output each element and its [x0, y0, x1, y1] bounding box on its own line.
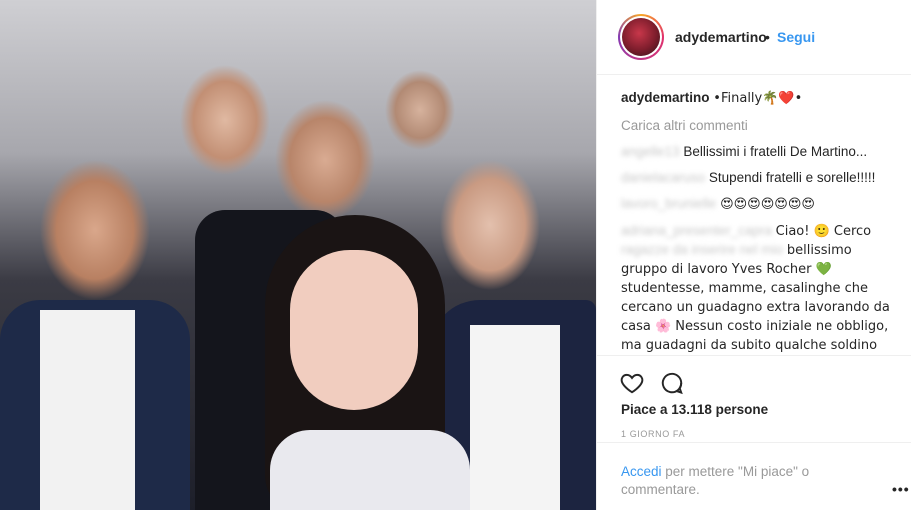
header-username[interactable]: adydemartino — [675, 29, 767, 45]
comment-text: bellissimo gruppo di lavoro Yves Rocher … — [621, 243, 890, 353]
comment-text: Bellissimi i fratelli De Martino... — [683, 144, 868, 159]
comment-item: lavoro_brunielle 😍😍😍😍😍😍😍 — [621, 195, 896, 214]
comment-text: Stupendi fratelli e sorelle!!!!! — [708, 170, 876, 185]
comment-item: adriana_presenter_capra Ciao! 🙂 Cerco ra… — [621, 222, 896, 354]
caption-username[interactable]: adydemartino — [621, 90, 710, 105]
comment-item: danielacaruso Stupendi fratelli e sorell… — [621, 169, 896, 187]
login-link[interactable]: Accedi — [621, 464, 662, 479]
photo-region — [40, 310, 135, 510]
comment-bubble-icon[interactable] — [659, 370, 685, 396]
load-more-comments-link[interactable]: Carica altri commenti — [621, 117, 896, 135]
post-side-panel: adydemartino • Segui adydemartino •Final… — [596, 0, 911, 510]
comment-username[interactable]: angelle13 — [621, 144, 680, 159]
likes-count[interactable]: Piace a 13.118 persone — [621, 402, 768, 417]
follow-button[interactable]: Segui — [777, 29, 815, 45]
photo-region — [270, 430, 470, 510]
post-photo[interactable] — [0, 0, 596, 510]
more-options-icon[interactable]: ••• — [892, 481, 910, 497]
post-timestamp[interactable]: 1 giorno fa — [621, 429, 685, 439]
photo-region — [470, 325, 560, 510]
avatar-image — [622, 18, 660, 56]
comment-blurred-text: ragazze da inserire nel mio — [621, 242, 784, 257]
comment-text: Ciao! 🙂 Cerco — [775, 224, 872, 239]
photo-region — [290, 250, 418, 410]
add-comment-section: Accedi per mettere "Mi piace" o commenta… — [597, 442, 911, 510]
comment-username[interactable]: adriana_presenter_capra — [621, 223, 772, 238]
caption-text: •Finally🌴❤️• — [713, 91, 803, 106]
comment-item: angelle13 Bellissimi i fratelli De Marti… — [621, 143, 896, 161]
avatar[interactable] — [618, 14, 664, 60]
comments-list[interactable]: adydemartino •Finally🌴❤️• Carica altri c… — [597, 76, 911, 354]
heart-icon[interactable] — [619, 370, 645, 396]
comment-username[interactable]: lavoro_brunielle — [621, 196, 716, 211]
comment-text: 😍😍😍😍😍😍😍 — [720, 197, 815, 212]
header-separator: • — [765, 29, 770, 45]
caption: adydemartino •Finally🌴❤️• — [621, 89, 896, 108]
login-prompt: Accedi per mettere "Mi piace" o commenta… — [621, 463, 851, 499]
comment-username[interactable]: danielacaruso — [621, 170, 705, 185]
post-header: adydemartino • Segui — [597, 0, 911, 75]
